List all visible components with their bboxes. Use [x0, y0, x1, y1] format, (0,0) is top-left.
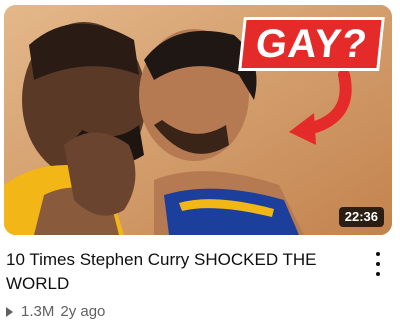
- more-dot: [376, 272, 380, 276]
- video-card[interactable]: GAY? 22:36 10 Times Stephen Curry SHOCKE…: [0, 0, 400, 335]
- more-dot: [376, 252, 380, 256]
- thumbnail-overlay-text: GAY?: [237, 17, 385, 71]
- video-metadata: 1.3M 2y ago: [6, 303, 105, 320]
- play-outline-icon: [6, 306, 13, 317]
- upload-age: 2y ago: [60, 303, 106, 320]
- view-count: 1.3M: [21, 303, 55, 320]
- video-duration-badge: 22:36: [338, 207, 384, 227]
- more-dot: [376, 262, 380, 266]
- more-vert-icon[interactable]: [368, 252, 388, 276]
- video-title[interactable]: 10 Times Stephen Curry SHOCKED THE WORLD: [6, 248, 346, 296]
- video-thumbnail[interactable]: GAY? 22:36: [4, 5, 392, 235]
